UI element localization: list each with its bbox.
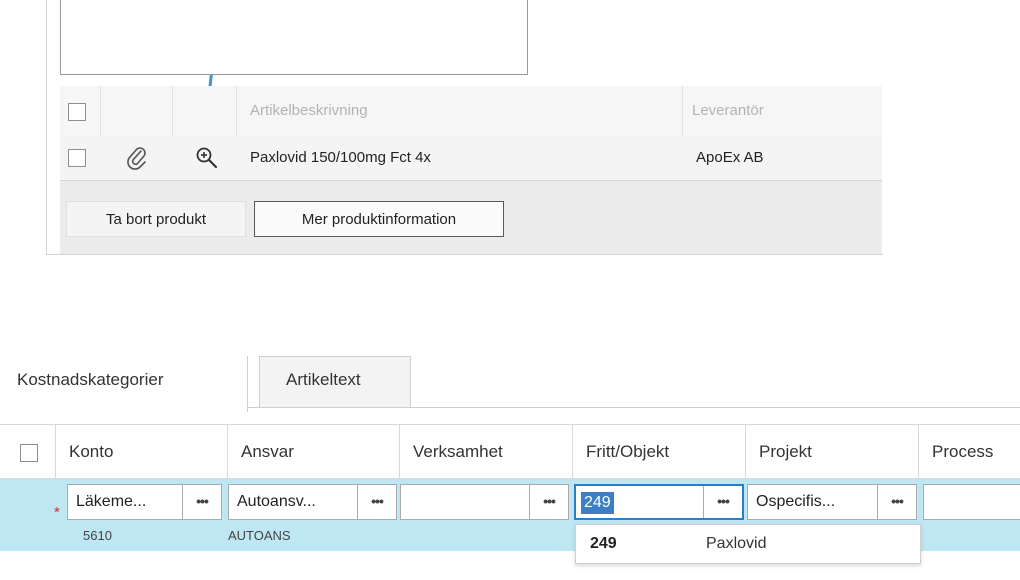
column-header-process[interactable]: Process <box>918 425 1020 479</box>
product-description: Paxlovid 150/100mg Fct 4x <box>250 149 431 166</box>
zoom-in-icon[interactable] <box>195 146 219 170</box>
ansvar-code: AUTOANS <box>228 528 291 543</box>
column-header-description[interactable]: Artikelbeskrivning <box>250 102 368 119</box>
konto-lookup-button[interactable]: ••• <box>182 485 221 519</box>
column-label: Verksamhet <box>413 442 503 461</box>
cost-grid-header: Konto Ansvar Verksamhet Fritt/Objekt Pro… <box>0 424 1020 479</box>
column-header-konto[interactable]: Konto <box>55 425 228 479</box>
paperclip-icon[interactable] <box>126 146 148 170</box>
comment-textarea[interactable] <box>60 0 528 75</box>
verksamhet-field[interactable]: ••• <box>400 484 569 520</box>
more-product-info-button[interactable]: Mer produktinformation <box>254 201 504 237</box>
select-all-checkbox[interactable] <box>68 103 86 121</box>
tab-divider <box>247 407 1020 408</box>
table-row[interactable]: Paxlovid 150/100mg Fct 4x ApoEx AB <box>60 136 882 181</box>
fritt-objekt-field[interactable]: 249 ••• <box>574 484 744 520</box>
product-supplier: ApoEx AB <box>696 149 764 166</box>
projekt-value: Ospecifis... <box>756 493 836 510</box>
product-grid: Artikelbeskrivning Leverantör Paxlovid 1… <box>60 86 882 254</box>
verksamhet-lookup-button[interactable]: ••• <box>529 485 568 519</box>
fritt-objekt-value[interactable]: 249 <box>581 492 614 514</box>
column-header-ansvar[interactable]: Ansvar <box>227 425 400 479</box>
remove-product-button[interactable]: Ta bort produkt <box>66 201 246 237</box>
process-field[interactable] <box>923 484 1020 520</box>
suggestion-code: 249 <box>590 535 617 552</box>
konto-field[interactable]: Läkeme... ••• <box>67 484 222 520</box>
konto-code: 5610 <box>83 528 112 543</box>
column-header-supplier[interactable]: Leverantör <box>692 102 764 119</box>
column-label: Konto <box>69 442 114 461</box>
product-actions-bar: Ta bort produkt Mer produktinformation <box>60 181 882 254</box>
tab-article-text[interactable]: Artikeltext <box>259 356 411 408</box>
column-label: Ansvar <box>241 442 294 461</box>
column-header-fritt-objekt[interactable]: Fritt/Objekt <box>572 425 746 479</box>
fritt-objekt-lookup-button[interactable]: ••• <box>703 486 742 518</box>
column-header-verksamhet[interactable]: Verksamhet <box>399 425 573 479</box>
required-marker: * <box>54 504 60 521</box>
column-label: Projekt <box>759 442 812 461</box>
row-checkbox[interactable] <box>68 149 86 167</box>
column-header-projekt[interactable]: Projekt <box>745 425 919 479</box>
ansvar-field[interactable]: Autoansv... ••• <box>228 484 397 520</box>
fritt-objekt-suggestion-list: 249 Paxlovid <box>575 524 921 564</box>
column-label: Process <box>932 442 994 461</box>
tab-article-text-label: Artikeltext <box>286 370 361 389</box>
projekt-lookup-button[interactable]: ••• <box>877 485 916 519</box>
tab-cost-categories[interactable]: Kostnadskategorier <box>0 356 248 412</box>
konto-value: Läkeme... <box>76 493 147 510</box>
suggestion-item[interactable]: 249 Paxlovid <box>576 525 920 563</box>
projekt-field[interactable]: Ospecifis... ••• <box>747 484 917 520</box>
ansvar-value: Autoansv... <box>237 493 316 510</box>
product-grid-header: Artikelbeskrivning Leverantör <box>60 86 882 137</box>
column-label: Fritt/Objekt <box>586 442 670 461</box>
cost-select-all-checkbox[interactable] <box>20 444 38 462</box>
suggestion-name: Paxlovid <box>706 535 767 552</box>
tab-cost-categories-label: Kostnadskategorier <box>17 370 164 389</box>
ansvar-lookup-button[interactable]: ••• <box>357 485 396 519</box>
